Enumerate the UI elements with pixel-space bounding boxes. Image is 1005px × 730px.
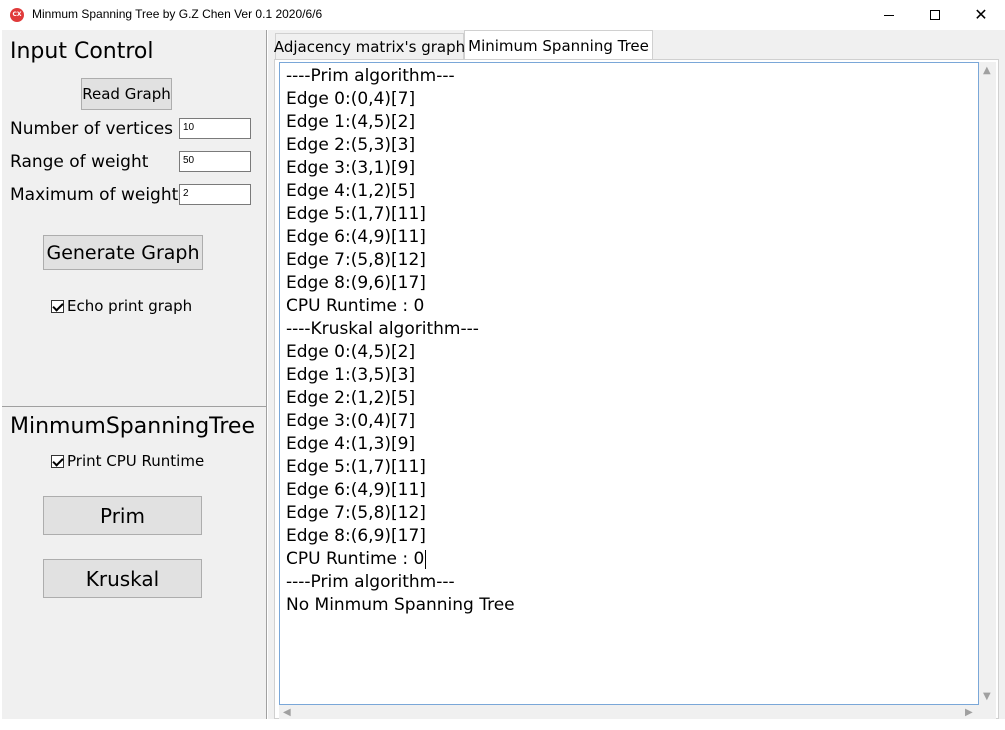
output-line: Edge 7:(5,8)[12] [286,250,426,270]
tab-content: ----Prim algorithm--- Edge 0:(0,4)[7] Edge… [274,59,999,722]
close-icon: ✕ [974,5,988,24]
output-line: ----Prim algorithm--- [286,66,455,86]
output-line: Edge 1:(3,5)[3] [286,365,416,385]
output-line: Edge 4:(1,2)[5] [286,181,416,201]
echo-print-checkbox[interactable]: Echo print graph [51,297,192,315]
output-line: Edge 0:(4,5)[2] [286,342,416,362]
vertical-scrollbar[interactable]: ▲ ▼ [979,62,996,705]
generate-graph-button[interactable]: Generate Graph [43,235,203,270]
output-textarea[interactable]: ----Prim algorithm--- Edge 0:(0,4)[7] Edge… [279,62,979,705]
output-line: Edge 1:(4,5)[2] [286,112,416,132]
output-line: No Minmum Spanning Tree [286,595,515,615]
window-bottom-edge [0,719,1005,730]
cpu-runtime-label: Print CPU Runtime [67,452,205,470]
output-line: Edge 6:(4,9)[11] [286,480,426,500]
output-line: Edge 7:(5,8)[12] [286,503,426,523]
read-graph-button[interactable]: Read Graph [81,78,172,110]
cpu-runtime-checkbox[interactable]: Print CPU Runtime [51,452,204,470]
minimize-icon [884,14,894,16]
cpu-checkbox-box[interactable] [51,454,64,468]
output-line: Edge 8:(6,9)[17] [286,526,426,546]
control-panel: Input Control Read Graph Number of verti… [2,30,267,719]
output-line: CPU Runtime : 0 [286,296,425,316]
max-weight-input[interactable]: 2 [179,184,251,205]
output-text: ----Prim algorithm--- Edge 0:(0,4)[7] Edge… [286,65,515,617]
input-control-title: Input Control [10,39,154,64]
output-line: ----Prim algorithm--- [286,572,455,592]
echo-print-label: Echo print graph [67,297,193,315]
output-line: Edge 5:(1,7)[11] [286,204,426,224]
scroll-right-icon[interactable]: ▶ [965,708,973,718]
output-line: Edge 2:(1,2)[5] [286,388,416,408]
scroll-left-icon[interactable]: ◀ [283,708,291,718]
output-line: Edge 2:(5,3)[3] [286,135,416,155]
scroll-up-icon[interactable]: ▲ [983,66,991,76]
text-caret [425,549,427,569]
output-line: Edge 4:(1,3)[9] [286,434,416,454]
output-line: Edge 8:(9,6)[17] [286,273,426,293]
scroll-down-icon[interactable]: ▼ [983,692,991,702]
mst-control-title: MinmumSpanningTree [10,414,255,439]
section-divider [2,406,267,407]
tab-adjacency-matrix[interactable]: Adjacency matrix's graph [274,33,465,59]
window-title: Minmum Spanning Tree by G.Z Chen Ver 0.1… [32,7,323,21]
output-line: Edge 5:(1,7)[11] [286,457,426,477]
output-line: ----Kruskal algorithm--- [286,319,479,339]
tab-minimum-spanning-tree[interactable]: Minimum Spanning Tree [464,30,653,60]
title-bar: CX Minmum Spanning Tree by G.Z Chen Ver … [0,0,1005,30]
output-line: Edge 6:(4,9)[11] [286,227,426,247]
maximize-icon [930,10,940,20]
output-line: CPU Runtime : 0 [286,549,427,569]
maximize-button[interactable] [912,0,958,30]
kruskal-button[interactable]: Kruskal [43,559,202,598]
range-label: Range of weight [10,152,149,172]
echo-checkbox-box[interactable] [51,299,64,313]
output-panel: Adjacency matrix's graph Minimum Spannin… [268,30,1005,722]
output-line: Edge 3:(3,1)[9] [286,158,416,178]
output-line: Edge 0:(0,4)[7] [286,89,416,109]
output-line: Edge 3:(0,4)[7] [286,411,416,431]
prim-button[interactable]: Prim [43,496,202,535]
max-weight-label: Maximum of weight [10,185,179,205]
app-icon: CX [10,8,24,22]
close-button[interactable]: ✕ [958,0,1004,30]
minimize-button[interactable] [866,0,912,30]
range-input[interactable]: 50 [179,151,251,172]
vertices-input[interactable]: 10 [179,118,251,139]
vertices-label: Number of vertices [10,119,174,139]
